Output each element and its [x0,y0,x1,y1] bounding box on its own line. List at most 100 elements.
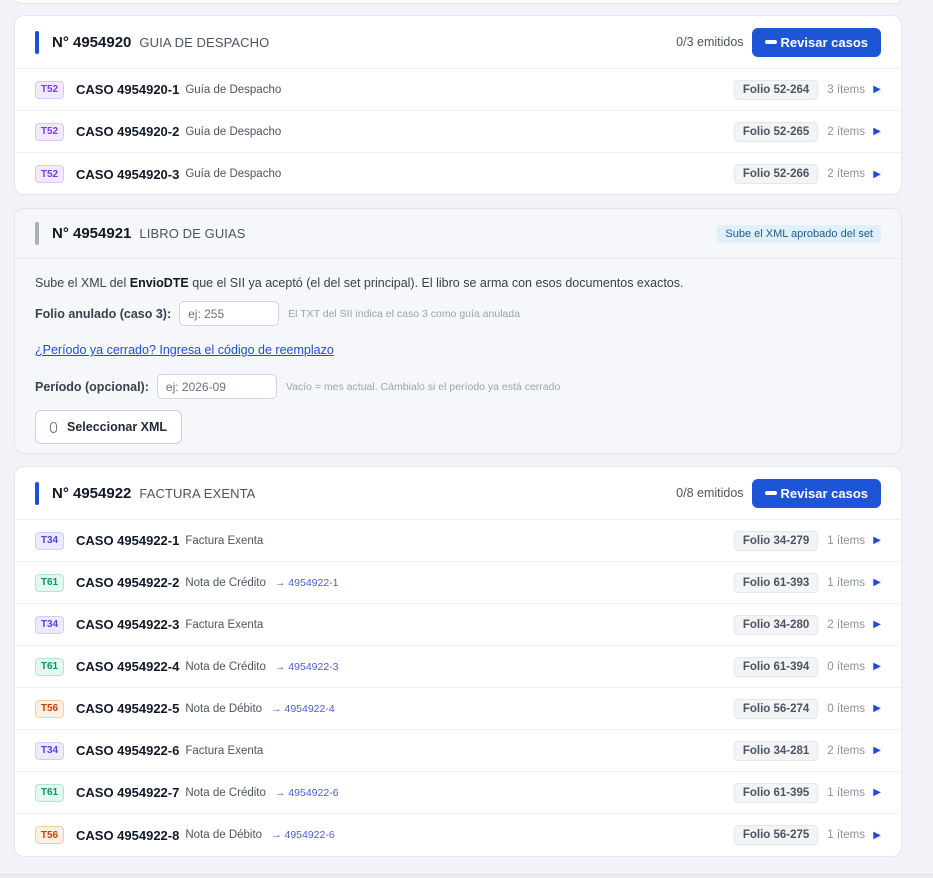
set-number: N° 4954920 [52,33,132,51]
intro-text-end: que el SII ya aceptó (el del set princip… [188,276,684,290]
doc-type-badge: T52 [35,122,64,141]
case-doc-type: Guía de Despacho [185,83,282,96]
case-row[interactable]: T52 CASO 4954920-1 Guía de Despacho Folio 5… [15,69,901,111]
review-cases-button[interactable]: Revisar casos [751,478,881,508]
play-arrow-icon[interactable]: ▶ [873,787,881,798]
items-count: 1 ítems [827,786,866,799]
case-doc-type: Factura Exenta [185,744,264,757]
case-row[interactable]: T34 CASO 4954922-6 Factura Exenta Folio 34-… [15,730,901,772]
doc-type-badge: T52 [35,165,64,183]
case-reference: → 4954922-4 [271,702,335,715]
folio-badge: Folio 56-274 [733,698,819,719]
reemplazo-link[interactable]: ¿Período ya cerrado? Ingresa el código d… [35,343,881,357]
case-row[interactable]: T61 CASO 4954922-7 Nota de Crédito → 495492… [15,772,901,814]
folio-anulado-label: Folio anulado (caso 3): [35,306,172,321]
case-row[interactable]: T56 CASO 4954922-5 Nota de Débito → 4954922… [15,688,901,730]
case-doc-type: Guía de Despacho [185,125,282,138]
folio-badge: Folio 52-264 [733,79,819,100]
case-id: CASO 4954922-1 [76,533,180,548]
paperclip-icon [50,421,57,433]
items-count: 1 ítems [827,576,866,589]
case-doc-type: Nota de Crédito [185,576,266,589]
case-row[interactable]: T56 CASO 4954922-8 Nota de Débito → 4954922… [15,814,901,856]
case-row[interactable]: T61 CASO 4954922-4 Nota de Crédito → 495492… [15,646,901,688]
items-count: 2 ítems [827,618,866,631]
play-arrow-icon[interactable]: ▶ [873,830,881,841]
case-list: T52 CASO 4954920-1 Guía de Despacho Folio 5… [15,69,901,194]
case-id: CASO 4954920-1 [76,82,180,97]
case-id: CASO 4954922-3 [76,617,180,632]
case-doc-type: Nota de Débito [185,829,263,841]
play-arrow-icon[interactable]: ▶ [873,619,881,630]
case-id: CASO 4954922-6 [76,743,180,758]
play-arrow-icon[interactable]: ▶ [873,535,881,546]
play-arrow-icon[interactable]: ▶ [873,84,881,95]
case-row[interactable]: T61 CASO 4954922-2 Nota de Crédito → 495492… [15,562,901,604]
select-xml-button[interactable]: Seleccionar XML [35,410,183,444]
next-card-edge [0,874,933,878]
intro-bold: EnvioDTE [129,276,189,290]
doc-type-badge: T61 [35,657,64,676]
select-xml-label: Seleccionar XML [67,420,168,434]
play-arrow-icon[interactable]: ▶ [873,745,881,756]
folio-badge: Folio 56-275 [733,825,819,845]
items-count: 2 ítems [827,744,866,757]
folio-badge: Folio 52-265 [733,121,819,142]
play-arrow-icon[interactable]: ▶ [873,169,881,180]
set-kind: LIBRO DE GUIAS [139,226,246,241]
case-id: CASO 4954922-2 [76,575,180,590]
accent-bar [35,481,39,505]
items-count: 1 ítems [827,829,866,841]
periodo-input[interactable] [156,374,277,399]
emitted-count: 0/3 emitidos [676,35,744,49]
folio-badge: Folio 52-266 [733,164,819,184]
folio-badge: Folio 34-279 [733,530,819,551]
case-doc-type: Guía de Despacho [185,168,282,180]
set-kind: GUIA DE DESPACHO [139,34,270,50]
folio-badge: Folio 61-394 [733,656,819,677]
set-card-factura-exenta: N° 4954922 FACTURA EXENTA 0/8 emitidos R… [14,466,902,857]
items-count: 0 ítems [827,702,866,715]
accent-bar [35,30,39,54]
review-cases-button[interactable]: Revisar casos [751,27,881,57]
doc-type-badge: T61 [35,573,64,592]
case-row[interactable]: T52 CASO 4954920-2 Guía de Despacho Folio 5… [15,111,901,153]
folio-badge: Folio 61-393 [733,572,819,593]
case-reference: → 4954922-6 [274,786,339,799]
play-arrow-icon[interactable]: ▶ [873,703,881,714]
case-doc-type: Factura Exenta [185,534,264,547]
set-card-guia-despacho: N° 4954920 GUIA DE DESPACHO 0/3 emitidos… [14,15,902,195]
libro-body: Sube el XML del EnvioDTE que el SII ya a… [15,259,901,444]
previous-card-edge [14,0,902,4]
doc-type-badge: T61 [35,783,64,802]
review-cases-label: Revisar casos [780,34,868,50]
play-arrow-icon[interactable]: ▶ [873,577,881,588]
case-row[interactable]: T52 CASO 4954920-3 Guía de Despacho Folio 5… [15,153,901,194]
case-id: CASO 4954922-5 [76,701,180,716]
libro-intro: Sube el XML del EnvioDTE que el SII ya a… [35,276,881,290]
case-id: CASO 4954922-4 [76,659,180,674]
set-card-libro-guias: N° 4954921 LIBRO DE GUIAS Sube el XML ap… [14,208,902,454]
doc-type-badge: T56 [35,699,64,718]
review-cases-label: Revisar casos [780,485,868,501]
items-count: 2 ítems [827,125,866,138]
doc-type-badge: T34 [35,615,64,634]
case-doc-type: Nota de Débito [185,702,263,715]
play-arrow-icon[interactable]: ▶ [873,126,881,137]
doc-type-badge: T34 [35,741,64,760]
case-reference: → 4954922-3 [274,660,339,673]
doc-type-badge: T52 [35,80,64,99]
play-arrow-icon[interactable]: ▶ [873,661,881,672]
case-id: CASO 4954922-8 [76,827,180,843]
periodo-label: Período (opcional): [35,379,149,394]
set-kind: FACTURA EXENTA [139,485,256,501]
folio-badge: Folio 61-395 [733,782,819,803]
case-list: T34 CASO 4954922-1 Factura Exenta Folio 34-… [15,520,901,856]
folio-badge: Folio 34-281 [733,740,819,761]
case-row[interactable]: T34 CASO 4954922-3 Factura Exenta Folio 34-… [15,604,901,646]
case-reference: → 4954922-1 [274,576,339,589]
set-number: N° 4954922 [52,484,132,502]
folio-anulado-input[interactable] [179,301,280,326]
items-count: 0 ítems [827,660,866,673]
case-row[interactable]: T34 CASO 4954922-1 Factura Exenta Folio 34-… [15,520,901,562]
